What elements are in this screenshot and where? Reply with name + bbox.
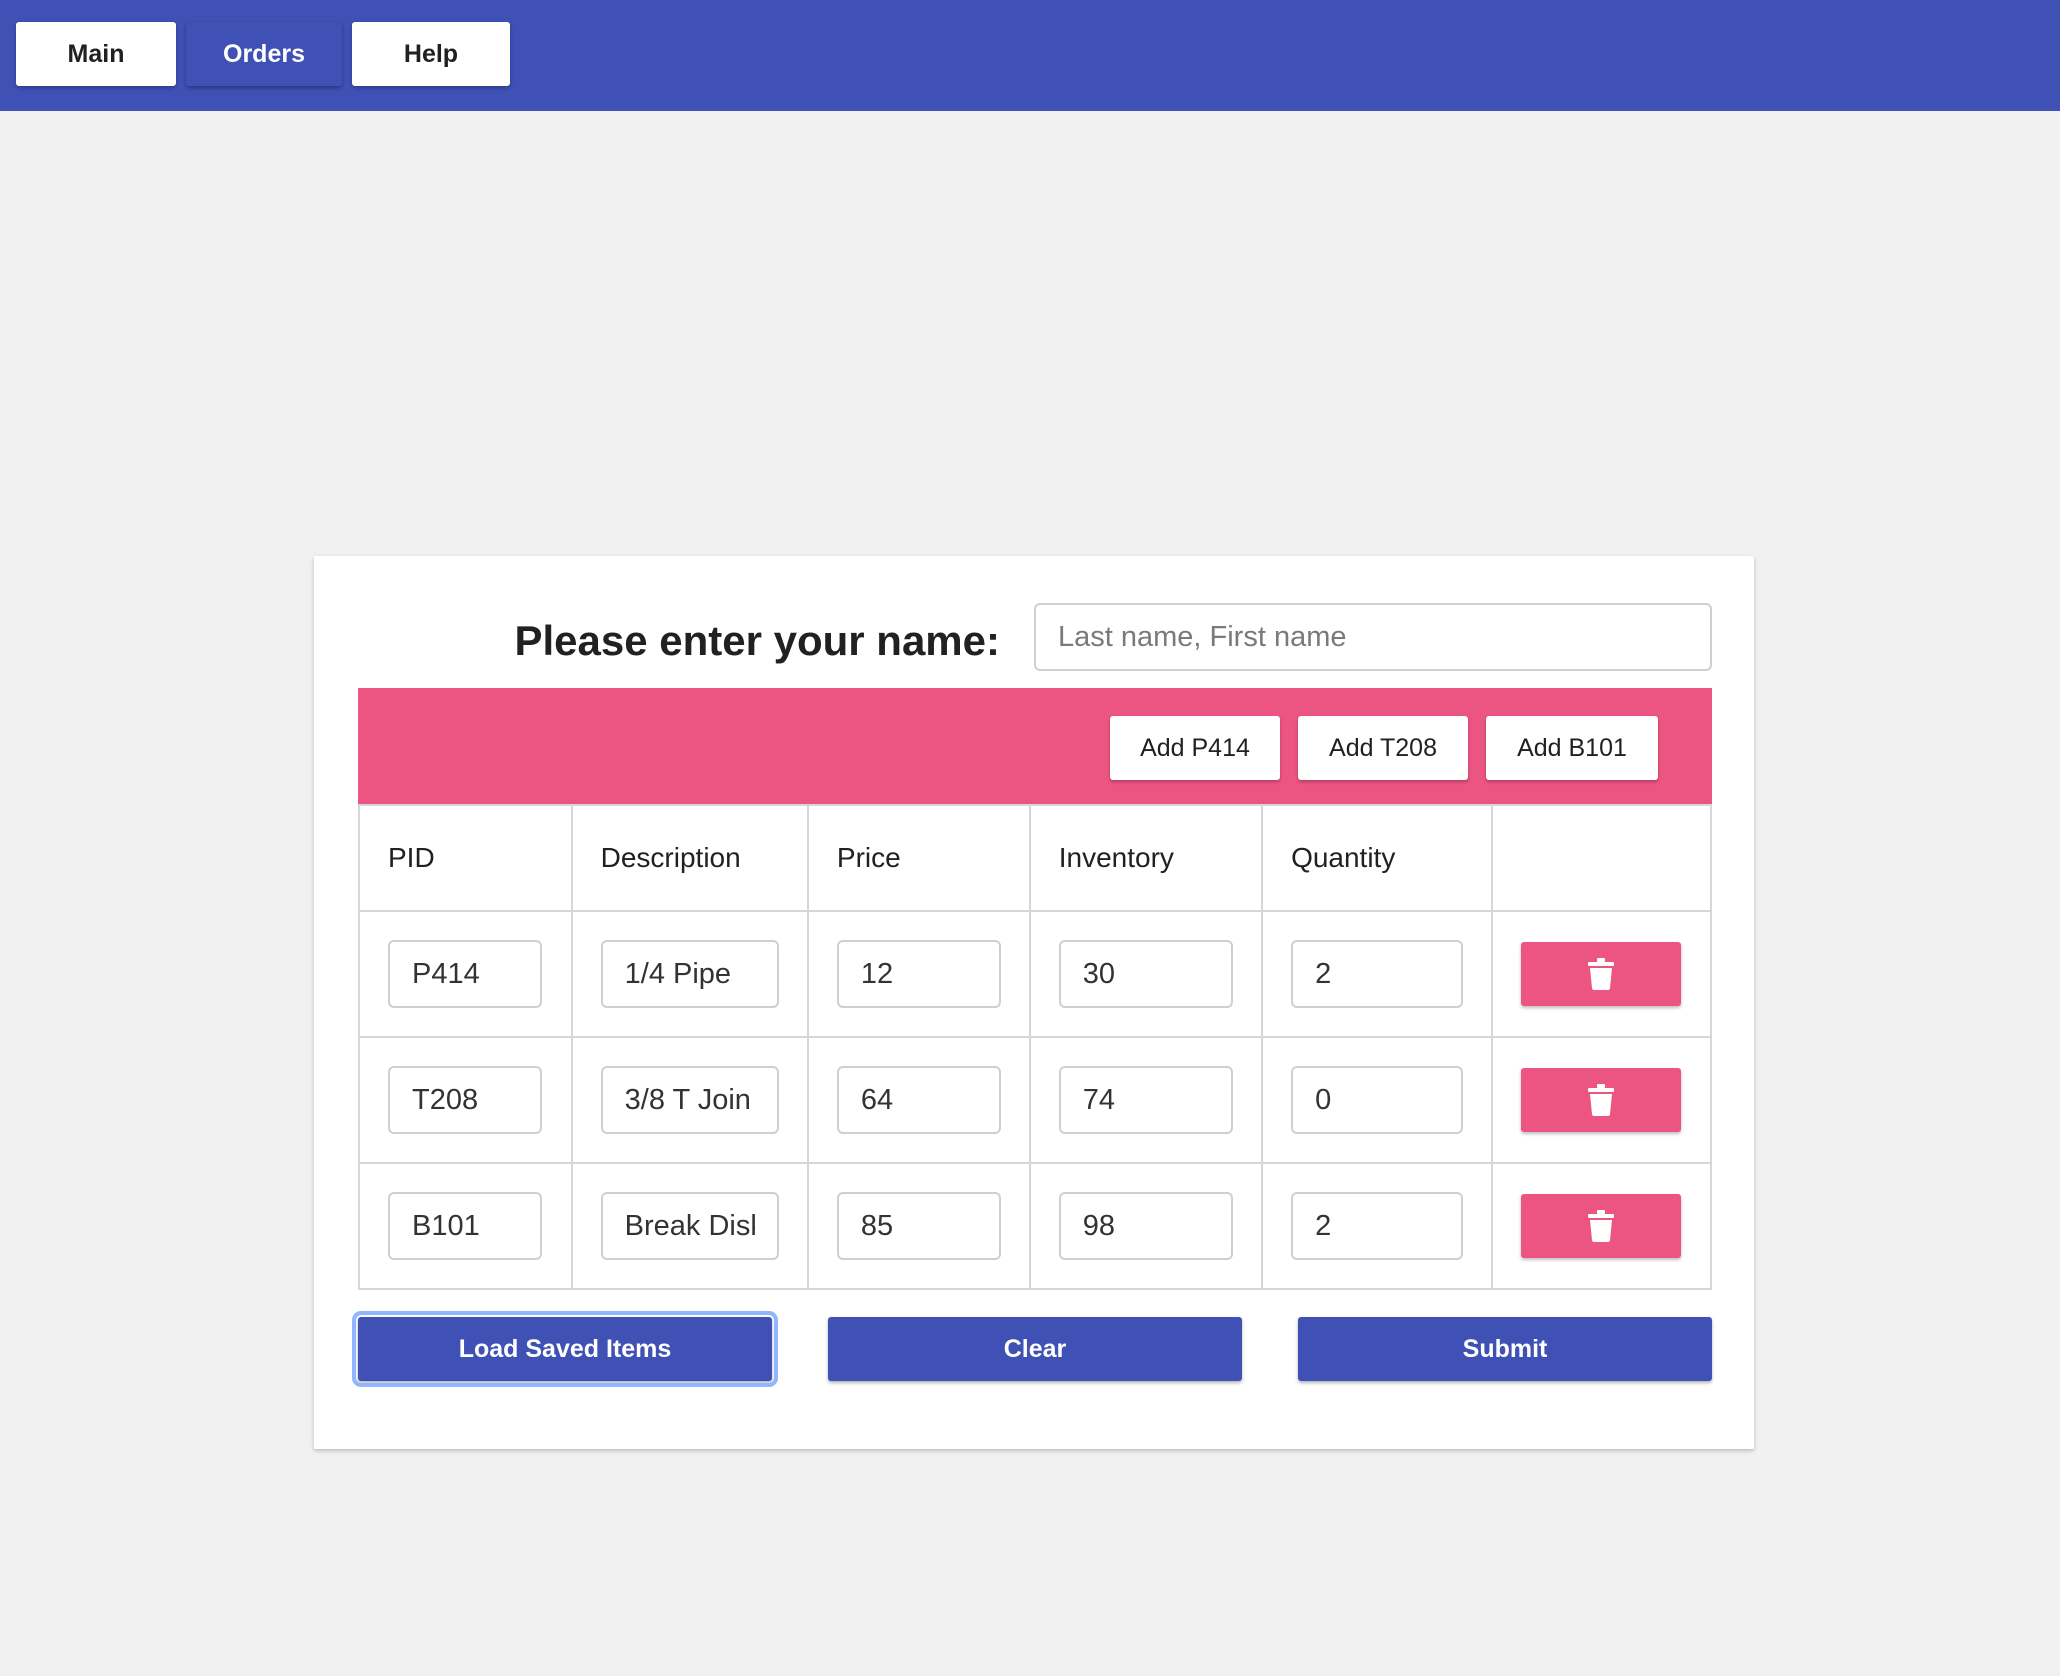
nav-help-button[interactable]: Help: [352, 22, 510, 86]
column-header-pid: PID: [358, 804, 573, 912]
column-header-quantity: Quantity: [1261, 804, 1493, 912]
add-p414-button[interactable]: Add P414: [1110, 716, 1280, 780]
pid-input[interactable]: [388, 1066, 542, 1134]
inventory-input[interactable]: [1058, 1192, 1233, 1260]
quantity-input[interactable]: [1291, 940, 1464, 1008]
column-header-price: Price: [806, 804, 1031, 912]
add-items-toolbar: Add P414 Add T208 Add B101: [358, 688, 1712, 804]
trash-icon: [1587, 958, 1614, 990]
pid-input[interactable]: [388, 940, 542, 1008]
trash-icon: [1587, 1084, 1614, 1116]
top-nav-bar: Main Orders Help: [0, 0, 2060, 111]
price-input[interactable]: [836, 1066, 1001, 1134]
column-header-actions: [1490, 804, 1713, 912]
price-input[interactable]: [836, 940, 1001, 1008]
load-saved-items-button[interactable]: Load Saved Items: [352, 1311, 778, 1387]
add-t208-button[interactable]: Add T208: [1298, 716, 1468, 780]
inventory-input[interactable]: [1058, 940, 1233, 1008]
delete-row-button[interactable]: [1520, 942, 1681, 1006]
column-header-description: Description: [570, 804, 809, 912]
table-row: [358, 1036, 1713, 1164]
description-input[interactable]: [600, 940, 779, 1008]
order-form-card: Please enter your name: Add P414 Add T20…: [314, 556, 1754, 1449]
quantity-input[interactable]: [1291, 1192, 1464, 1260]
order-items-table: PID Description Price Inventory Quantity: [358, 804, 1713, 1290]
trash-icon: [1587, 1210, 1614, 1242]
delete-row-button[interactable]: [1520, 1194, 1681, 1258]
description-input[interactable]: [600, 1192, 779, 1260]
column-header-inventory: Inventory: [1028, 804, 1264, 912]
add-b101-button[interactable]: Add B101: [1486, 716, 1658, 780]
submit-button[interactable]: Submit: [1298, 1317, 1712, 1381]
nav-orders-button[interactable]: Orders: [186, 22, 342, 86]
name-prompt-label: Please enter your name:: [514, 617, 1000, 664]
nav-main-button[interactable]: Main: [16, 22, 176, 86]
inventory-input[interactable]: [1058, 1066, 1233, 1134]
clear-button[interactable]: Clear: [828, 1317, 1242, 1381]
table-row: [358, 1162, 1713, 1290]
quantity-input[interactable]: [1291, 1066, 1464, 1134]
price-input[interactable]: [836, 1192, 1001, 1260]
pid-input[interactable]: [388, 1192, 542, 1260]
name-input[interactable]: [1034, 603, 1712, 671]
delete-row-button[interactable]: [1520, 1068, 1681, 1132]
table-header-row: PID Description Price Inventory Quantity: [358, 804, 1713, 912]
description-input[interactable]: [600, 1066, 779, 1134]
table-row: [358, 910, 1713, 1038]
